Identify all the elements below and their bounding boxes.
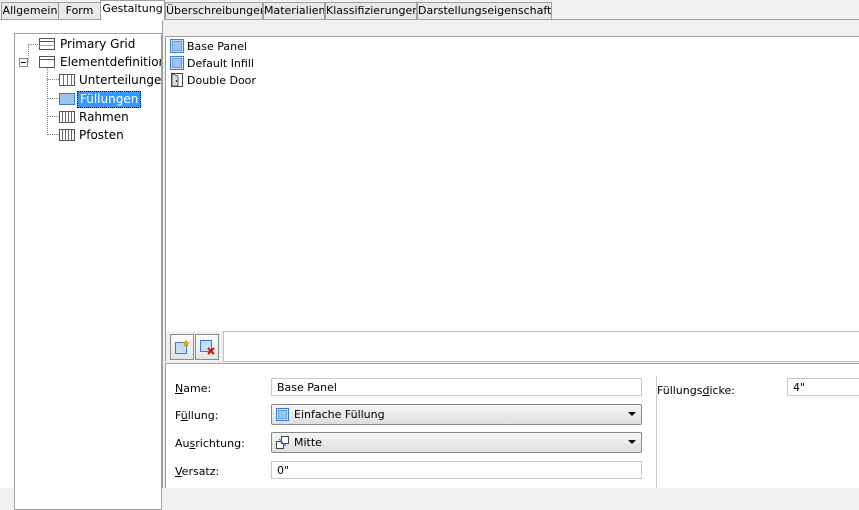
grid-icon xyxy=(39,38,55,50)
list-item-label: Double Door xyxy=(187,74,256,87)
tree-item-pfosten[interactable]: Pfosten xyxy=(59,127,161,144)
tree-label: Füllungen xyxy=(77,91,142,108)
list-toolbar xyxy=(165,331,859,362)
infill-icon xyxy=(276,408,289,421)
tab-gestaltung[interactable]: Gestaltung xyxy=(100,0,165,20)
tree-item-rahmen[interactable]: Rahmen xyxy=(59,109,161,126)
fill-label: Füllung: xyxy=(175,409,219,422)
properties-panel: Name: Base Panel Füllung: Einfache Füllu… xyxy=(165,364,859,488)
collapse-icon[interactable] xyxy=(19,58,28,67)
tree-panel: Primary Grid Elementdefinitione Untertei… xyxy=(0,20,163,510)
tree-connector xyxy=(47,116,59,117)
mullion-icon xyxy=(59,129,75,141)
tree-connector xyxy=(47,79,59,80)
add-infill-button[interactable] xyxy=(170,334,194,360)
list-item-label: Base Panel xyxy=(187,40,247,53)
tab-klassifizierungen[interactable]: Klassifizierungen xyxy=(325,2,417,19)
delete-item-icon xyxy=(200,340,215,355)
infill-icon xyxy=(59,93,75,105)
delete-infill-button[interactable] xyxy=(195,334,219,360)
tree-item-element-definitions[interactable]: Elementdefinitione xyxy=(19,54,161,71)
name-label: Name: xyxy=(175,382,212,395)
tab-materialien[interactable]: Materialien xyxy=(263,2,325,19)
align-center-icon xyxy=(276,436,289,449)
thickness-field[interactable]: 4" xyxy=(787,378,859,396)
tree-label: Primary Grid xyxy=(60,37,136,51)
chevron-down-icon xyxy=(628,412,636,416)
element-tree[interactable]: Primary Grid Elementdefinitione Untertei… xyxy=(14,33,162,510)
tree-label: Unterteilungen xyxy=(79,73,162,87)
thickness-label: Füllungsdicke: xyxy=(657,384,736,397)
fill-dropdown[interactable]: Einfache Füllung xyxy=(271,404,642,425)
new-item-icon xyxy=(175,339,190,354)
tree-item-primary-grid[interactable]: Primary Grid xyxy=(39,36,159,53)
fill-value: Einfache Füllung xyxy=(294,408,385,421)
tree-connector xyxy=(47,98,59,99)
alignment-dropdown[interactable]: Mitte xyxy=(271,432,642,453)
alignment-label: Ausrichtung: xyxy=(175,437,245,450)
folder-icon xyxy=(39,56,55,68)
tree-item-fuellungen[interactable]: Füllungen xyxy=(59,91,161,108)
tab-allgemein[interactable]: Allgemein xyxy=(1,2,59,19)
tree-item-unterteilungen[interactable]: Unterteilungen xyxy=(59,72,161,89)
panel-icon xyxy=(170,56,184,70)
toolbar-field xyxy=(223,331,859,362)
tree-label: Pfosten xyxy=(79,128,124,142)
tab-darstellungseigenschaften[interactable]: Darstellungseigenschaften xyxy=(417,2,552,19)
alignment-value: Mitte xyxy=(294,436,322,449)
list-item-label: Default Infill xyxy=(187,57,254,70)
name-field[interactable]: Base Panel xyxy=(271,378,642,396)
tree-label: Rahmen xyxy=(79,110,129,124)
tree-connector xyxy=(47,134,59,135)
division-icon xyxy=(59,74,75,86)
tree-connector xyxy=(28,44,38,45)
tree-label: Elementdefinitione xyxy=(60,55,161,69)
infill-list[interactable]: Base Panel Default Infill Double Door xyxy=(165,36,859,333)
tab-form[interactable]: Form xyxy=(58,2,101,19)
chevron-down-icon xyxy=(628,440,636,444)
door-icon xyxy=(171,73,183,87)
panel-icon xyxy=(170,39,184,53)
tab-ueberschreibungen[interactable]: Überschreibungen xyxy=(165,2,263,19)
offset-field[interactable]: 0" xyxy=(271,461,642,479)
tab-bar: Allgemein Form Gestaltung Überschreibung… xyxy=(0,0,859,20)
tree-connector xyxy=(47,67,48,135)
frame-icon xyxy=(59,111,75,123)
offset-label: Versatz: xyxy=(175,465,220,478)
